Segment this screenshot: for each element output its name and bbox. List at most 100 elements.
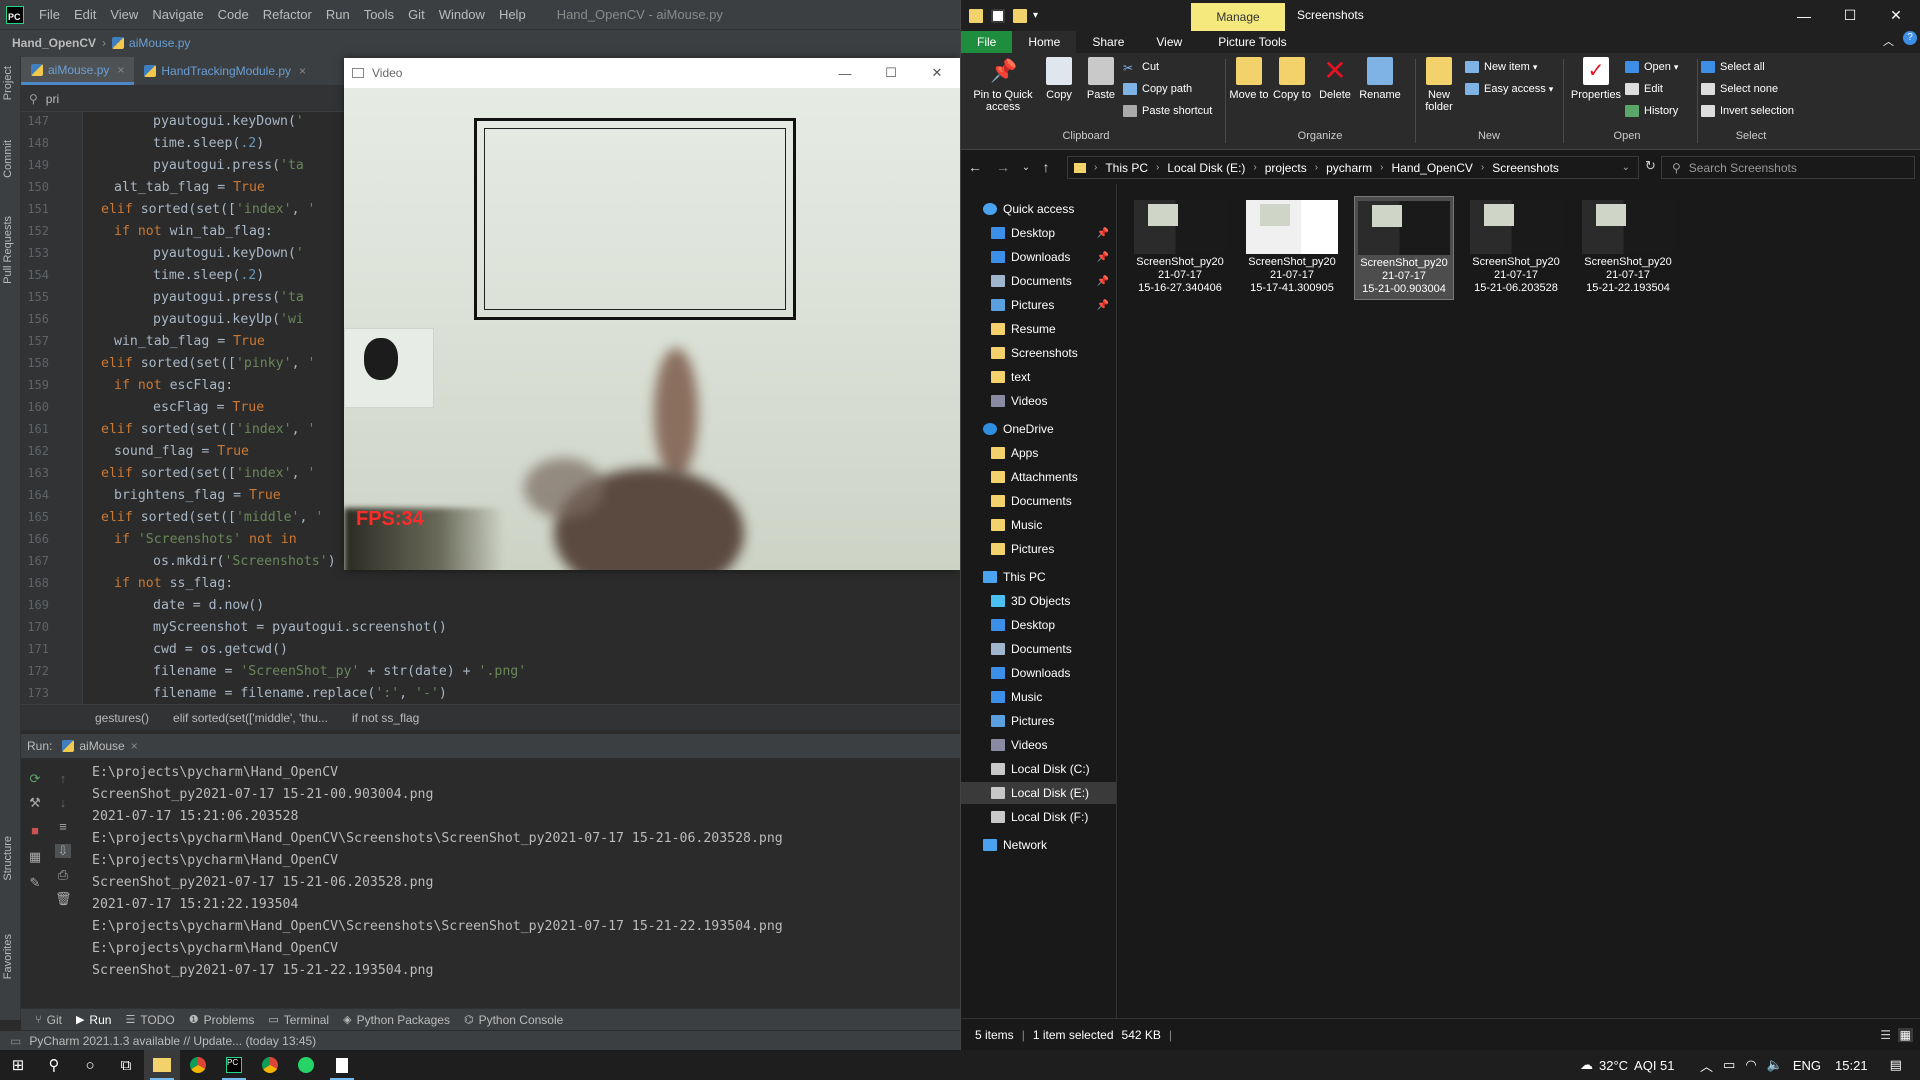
- customize-qa-icon[interactable]: ▾: [1033, 10, 1038, 21]
- stop-icon[interactable]: ■: [27, 824, 43, 838]
- pin-icon[interactable]: 📌: [1097, 228, 1109, 239]
- nav-item-desktop[interactable]: Desktop 📌: [961, 222, 1116, 244]
- invert-selection-button[interactable]: Invert selection: [1701, 105, 1794, 117]
- wrench-icon[interactable]: ⚒: [27, 796, 43, 810]
- video-window[interactable]: Video — ☐ ✕ FPS:34: [344, 58, 960, 570]
- rerun-icon[interactable]: ⟳: [27, 772, 43, 786]
- nav-item-pictures[interactable]: Pictures: [961, 538, 1116, 560]
- clock[interactable]: 15:21: [1835, 1058, 1868, 1073]
- paste-button[interactable]: Paste: [1081, 57, 1121, 101]
- ribbon-tab-home[interactable]: Home: [1012, 31, 1077, 53]
- ribbon-tab-view[interactable]: View: [1140, 31, 1198, 53]
- recent-locations-icon[interactable]: ⌄: [1017, 162, 1035, 173]
- crumb-separator-icon[interactable]: ›: [1315, 162, 1318, 173]
- large-icons-view-icon[interactable]: ▦: [1897, 1027, 1913, 1042]
- cut-button[interactable]: ✂ Cut: [1123, 61, 1159, 75]
- tool-window-run[interactable]: ▶ Run: [76, 1013, 111, 1027]
- crumb-separator-icon[interactable]: ›: [1156, 162, 1159, 173]
- tool-window-todo[interactable]: ☰ TODO: [125, 1013, 174, 1027]
- close-icon[interactable]: ✕: [1873, 0, 1919, 31]
- nav-item-downloads[interactable]: Downloads 📌: [961, 246, 1116, 268]
- pin-icon[interactable]: 📌: [1097, 276, 1109, 287]
- nav-item-text[interactable]: text: [961, 366, 1116, 388]
- nav-item-videos[interactable]: Videos: [961, 734, 1116, 756]
- pin-icon[interactable]: 📌: [1097, 252, 1109, 263]
- file-item[interactable]: ScreenShot_py20 21-07-17 15-21-00.903004: [1354, 196, 1454, 300]
- tool-window-python-packages[interactable]: ◈ Python Packages: [343, 1013, 450, 1027]
- collapse-ribbon-icon[interactable]: ︿: [1883, 33, 1894, 49]
- ribbon-tab-picture-tools[interactable]: Picture Tools: [1202, 31, 1302, 53]
- details-view-icon[interactable]: ☰: [1880, 1028, 1891, 1042]
- address-crumb[interactable]: Screenshots: [1492, 161, 1559, 175]
- nav-item-music[interactable]: Music: [961, 686, 1116, 708]
- menu-edit[interactable]: Edit: [67, 7, 103, 22]
- menu-code[interactable]: Code: [211, 7, 256, 22]
- explorer-titlebar[interactable]: ▾ Manage Screenshots — ☐ ✕: [961, 0, 1920, 31]
- address-crumb[interactable]: Hand_OpenCV: [1391, 161, 1472, 175]
- editor-tab[interactable]: HandTrackingModule.py ×: [134, 57, 316, 85]
- up-icon[interactable]: ↑: [1035, 159, 1057, 175]
- maximize-icon[interactable]: ☐: [1827, 0, 1873, 31]
- video-titlebar[interactable]: Video — ☐ ✕: [344, 58, 960, 88]
- back-icon[interactable]: ←: [961, 159, 989, 175]
- tool-window-problems[interactable]: ❶ Problems: [189, 1013, 255, 1027]
- address-crumb[interactable]: pycharm: [1326, 161, 1372, 175]
- breadcrumb-item[interactable]: gestures(): [95, 711, 149, 725]
- menu-view[interactable]: View: [103, 7, 145, 22]
- nav-item-quick-access[interactable]: Quick access: [961, 198, 1116, 220]
- notifications-icon[interactable]: ▤: [1890, 1057, 1902, 1073]
- pin-icon[interactable]: 📌: [1097, 300, 1109, 311]
- breadcrumb-item[interactable]: elif sorted(set(['middle', 'thu...: [173, 711, 328, 725]
- open-button[interactable]: Open ▾: [1625, 61, 1678, 73]
- task-view-icon[interactable]: ⧉: [108, 1050, 144, 1080]
- file-item[interactable]: ScreenShot_py20 21-07-17 15-21-22.193504: [1578, 196, 1678, 300]
- editor-tab[interactable]: aiMouse.py ×: [21, 57, 135, 85]
- tool-tab-structure[interactable]: Structure: [2, 836, 14, 881]
- nav-item-pictures[interactable]: Pictures: [961, 710, 1116, 732]
- ribbon-tab-share[interactable]: Share: [1076, 31, 1140, 53]
- menu-run[interactable]: Run: [319, 7, 357, 22]
- close-icon[interactable]: ×: [299, 64, 306, 78]
- search-input[interactable]: pri: [46, 92, 59, 106]
- nav-item-screenshots[interactable]: Screenshots: [961, 342, 1116, 364]
- delete-button[interactable]: ✕ Delete: [1315, 57, 1355, 102]
- whatsapp-icon[interactable]: [288, 1050, 324, 1080]
- forward-icon[interactable]: →: [989, 159, 1017, 175]
- layout-icon[interactable]: ▦: [27, 850, 43, 864]
- nav-item-downloads[interactable]: Downloads: [961, 662, 1116, 684]
- nav-item-documents[interactable]: Documents: [961, 490, 1116, 512]
- wrap-icon[interactable]: ≡: [55, 820, 71, 834]
- close-icon[interactable]: ✕: [914, 58, 960, 88]
- trash-icon[interactable]: 🗑: [55, 892, 72, 906]
- pin-icon[interactable]: ✎: [27, 876, 43, 890]
- scroll-end-icon[interactable]: ⇩: [55, 844, 71, 858]
- language-indicator[interactable]: ENG: [1793, 1058, 1821, 1073]
- refresh-icon[interactable]: ↻: [1645, 158, 1656, 174]
- battery-icon[interactable]: ▭: [1723, 1057, 1735, 1073]
- file-item[interactable]: ScreenShot_py20 21-07-17 15-17-41.300905: [1242, 196, 1342, 300]
- menu-refactor[interactable]: Refactor: [256, 7, 319, 22]
- tool-window-git[interactable]: ⑂ Git: [35, 1013, 62, 1027]
- print-icon[interactable]: ⎙: [55, 868, 71, 882]
- new-folder-icon[interactable]: [1013, 8, 1027, 23]
- crumb-separator-icon[interactable]: ›: [1380, 162, 1383, 173]
- notepad-icon[interactable]: [324, 1050, 360, 1080]
- help-icon[interactable]: ?: [1903, 31, 1917, 45]
- nav-item-documents[interactable]: Documents 📌: [961, 270, 1116, 292]
- pin-quick-access-button[interactable]: 📌 Pin to Quick access: [969, 57, 1037, 113]
- close-icon[interactable]: ×: [117, 63, 124, 77]
- run-tab[interactable]: aiMouse ×: [62, 739, 138, 753]
- minimize-icon[interactable]: —: [1781, 0, 1827, 31]
- edit-button[interactable]: Edit: [1625, 83, 1663, 95]
- new-folder-button[interactable]: New folder: [1419, 57, 1459, 113]
- chevron-up-icon[interactable]: ︿: [1700, 1056, 1713, 1075]
- menu-tools[interactable]: Tools: [357, 7, 401, 22]
- file-item[interactable]: ScreenShot_py20 21-07-17 15-21-06.203528: [1466, 196, 1566, 300]
- crumb-separator-icon[interactable]: ›: [1481, 162, 1484, 173]
- menu-file[interactable]: File: [32, 7, 67, 22]
- menu-git[interactable]: Git: [401, 7, 432, 22]
- nav-project[interactable]: Hand_OpenCV: [12, 36, 96, 50]
- tool-tab-pull-requests[interactable]: Pull Requests: [2, 216, 14, 284]
- ribbon-tab-file[interactable]: File: [961, 31, 1013, 53]
- search-screenshots-input[interactable]: ⚲ Search Screenshots: [1661, 156, 1915, 179]
